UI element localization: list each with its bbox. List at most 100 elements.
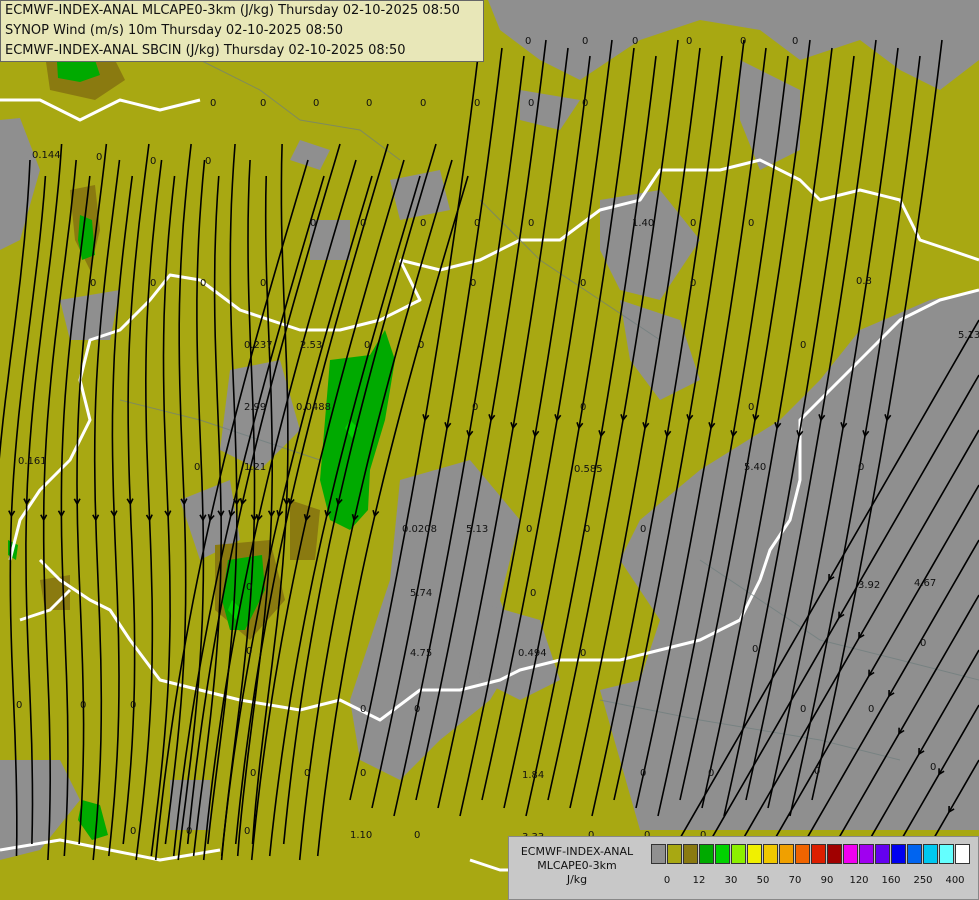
legend-swatch [683, 844, 698, 864]
sbcin-value-label: 0 [582, 36, 589, 47]
sbcin-value-label: 0 [246, 582, 253, 593]
sbcin-value-label: 0 [420, 98, 427, 109]
sbcin-value-label: 0.144 [32, 150, 61, 161]
sbcin-value-label: 0 [525, 36, 532, 47]
sbcin-value-label: 5.13 [466, 524, 489, 535]
sbcin-value-label: 0 [210, 98, 217, 109]
legend-swatch [939, 844, 954, 864]
legend-tick-label: 90 [820, 875, 834, 886]
sbcin-value-label: 0 [800, 704, 807, 715]
sbcin-value-label: 0 [244, 826, 251, 837]
title-line-cape: ECMWF-INDEX-ANAL MLCAPE0-3km (J/kg) Thur… [5, 3, 460, 18]
legend-tick-label: 30 [724, 875, 738, 886]
title-line-wind: SYNOP Wind (m/s) 10m Thursday 02-10-2025… [5, 23, 344, 38]
sbcin-value-label: 0 [360, 768, 367, 779]
map-canvas [0, 0, 979, 900]
legend-title: ECMWF-INDEX-ANAL MLCAPE0-3km J/kg [513, 845, 641, 887]
legend-swatch [667, 844, 682, 864]
sbcin-value-label: 0 [414, 704, 421, 715]
sbcin-value-label: 0 [580, 402, 587, 413]
sbcin-value-label: 0 [80, 700, 87, 711]
sbcin-value-label: 5.40 [744, 462, 767, 473]
title-line-cin: ECMWF-INDEX-ANAL SBCIN (J/kg) Thursday 0… [5, 43, 406, 58]
legend-swatch [923, 844, 938, 864]
legend-tick-label: 120 [849, 875, 869, 886]
sbcin-value-label: 0.237 [244, 340, 273, 351]
sbcin-value-label: 0 [472, 402, 479, 413]
legend-title-line1: ECMWF-INDEX-ANAL [520, 845, 634, 858]
sbcin-value-label: 0 [580, 648, 587, 659]
sbcin-value-label: 0 [748, 402, 755, 413]
sbcin-value-label: 0.161 [18, 456, 47, 467]
sbcin-value-label: 0.494 [518, 648, 547, 659]
legend-swatch [827, 844, 842, 864]
legend-swatch [795, 844, 810, 864]
legend-swatch [955, 844, 970, 864]
sbcin-value-label: 0 [792, 36, 799, 47]
map-title-box: ECMWF-INDEX-ANAL MLCAPE0-3km (J/kg) Thur… [0, 0, 484, 62]
sbcin-value-label: 0 [752, 644, 759, 655]
legend-title-line2: MLCAPE0-3km [537, 859, 617, 872]
sbcin-value-label: 0 [686, 36, 693, 47]
weather-map: ECMWF-INDEX-ANAL MLCAPE0-3km (J/kg) Thur… [0, 0, 979, 900]
sbcin-value-label: 0 [194, 462, 201, 473]
sbcin-value-label: 0 [186, 826, 193, 837]
sbcin-value-label: 0 [858, 462, 865, 473]
sbcin-value-label: 0 [582, 98, 589, 109]
sbcin-value-label: 0 [150, 278, 157, 289]
sbcin-value-label: 0 [414, 830, 421, 841]
sbcin-value-label: 0 [418, 340, 425, 351]
sbcin-value-label: 0 [304, 768, 311, 779]
sbcin-value-label: 5.74 [410, 588, 433, 599]
sbcin-value-label: 0 [310, 218, 317, 229]
sbcin-value-label: 4.67 [914, 578, 937, 589]
sbcin-value-label: 1.21 [244, 462, 267, 473]
sbcin-value-label: 0 [150, 156, 157, 167]
sbcin-value-label: 0.0488 [296, 402, 331, 413]
sbcin-value-label: 0 [470, 278, 477, 289]
legend-swatch [651, 844, 666, 864]
sbcin-value-label: 5.13 [958, 330, 979, 341]
legend-swatch [811, 844, 826, 864]
sbcin-value-label: 0 [364, 340, 371, 351]
legend-tick-label: 250 [913, 875, 933, 886]
legend-tick-label: 0 [663, 875, 671, 886]
sbcin-value-label: 0 [205, 156, 212, 167]
legend-tick-label: 12 [692, 875, 706, 886]
sbcin-value-label: 0 [528, 98, 535, 109]
sbcin-value-label: 0 [690, 218, 697, 229]
sbcin-value-label: 0 [868, 704, 875, 715]
legend-swatch [731, 844, 746, 864]
sbcin-value-label: 0 [366, 98, 373, 109]
sbcin-value-label: 0 [260, 98, 267, 109]
sbcin-value-label: 0 [96, 152, 103, 163]
color-legend: ECMWF-INDEX-ANAL MLCAPE0-3km J/kg 0 12 30 5… [508, 836, 979, 900]
sbcin-value-label: 0 [814, 766, 821, 777]
legend-swatch [859, 844, 874, 864]
sbcin-value-label: 0 [90, 278, 97, 289]
sbcin-value-label: 1.84 [522, 770, 545, 781]
sbcin-value-label: 2.99 [244, 402, 267, 413]
sbcin-value-label: 3.92 [858, 580, 881, 591]
sbcin-value-label: 0 [130, 826, 137, 837]
sbcin-value-label: 0 [920, 638, 927, 649]
legend-swatch [891, 844, 906, 864]
sbcin-value-label: 0 [708, 768, 715, 779]
sbcin-value-label: 0 [250, 768, 257, 779]
sbcin-value-label: 0 [474, 218, 481, 229]
sbcin-value-label: 0 [360, 704, 367, 715]
sbcin-value-label: 0.8 [856, 276, 872, 287]
sbcin-value-label: 0 [420, 218, 427, 229]
legend-tick-label: 50 [756, 875, 770, 886]
legend-tick-label: 160 [881, 875, 901, 886]
sbcin-value-label: 0 [260, 278, 267, 289]
sbcin-value-label: 0 [690, 278, 697, 289]
legend-swatch [763, 844, 778, 864]
legend-tick-label: 400 [945, 875, 965, 886]
sbcin-value-label: 0.0208 [402, 524, 437, 535]
sbcin-value-label: 0 [528, 218, 535, 229]
sbcin-value-label: 0 [580, 278, 587, 289]
legend-swatch [747, 844, 762, 864]
sbcin-value-label: 0 [313, 98, 320, 109]
sbcin-value-label: 0 [526, 524, 533, 535]
